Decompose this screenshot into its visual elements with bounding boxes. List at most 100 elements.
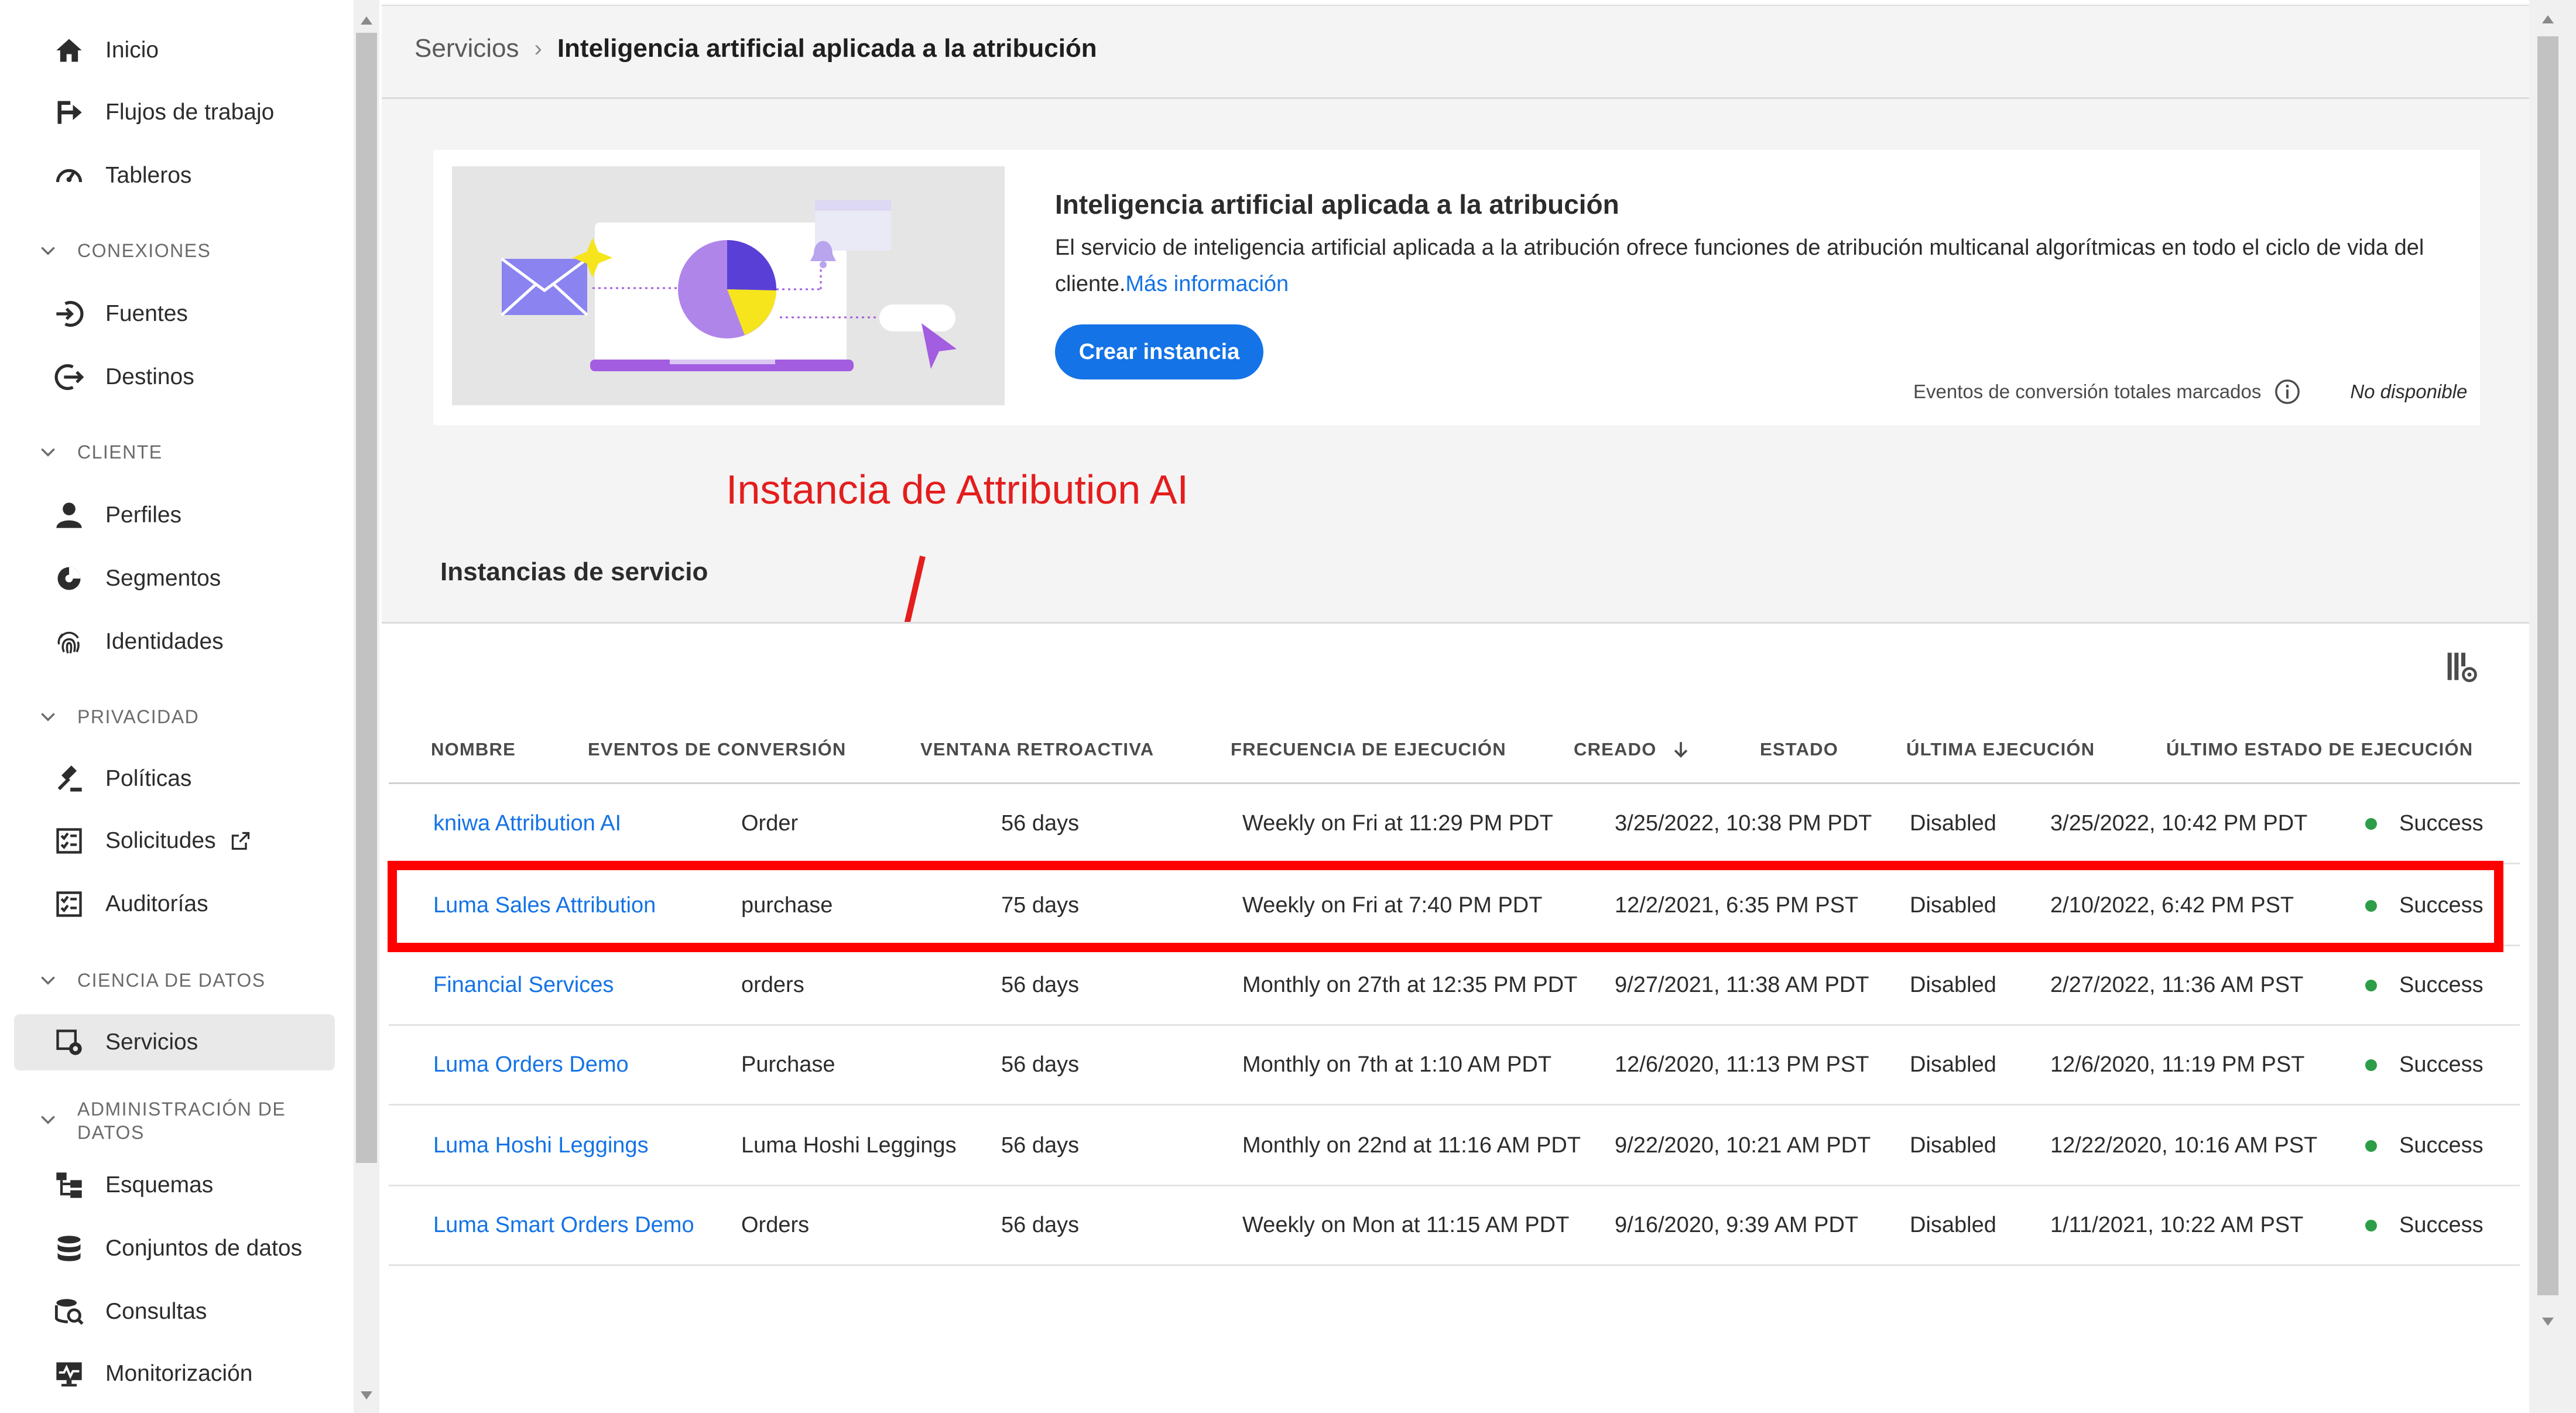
success-status-dot-icon xyxy=(2365,979,2377,991)
column-header-eventos[interactable]: EVENTOS DE CONVERSIÓN xyxy=(588,739,847,760)
last-run-status-cell: Success xyxy=(2365,1186,2483,1264)
last-run-cell: 2/27/2022, 11:36 AM PST xyxy=(2050,973,2304,997)
column-header-ultima-ejecucion[interactable]: ÚLTIMA EJECUCIÓN xyxy=(1906,739,2095,760)
instance-name-link[interactable]: Luma Hoshi Leggings xyxy=(433,1107,649,1185)
dashboard-gauge-icon xyxy=(53,159,85,192)
instance-name-link[interactable]: Luma Orders Demo xyxy=(433,1026,629,1104)
sidebar-item-label: Tableros xyxy=(105,163,192,188)
scroll-down-arrow-icon[interactable] xyxy=(2542,1318,2554,1326)
sidebar-item-label: Auditorías xyxy=(105,891,208,916)
table-header-divider xyxy=(389,782,2520,784)
section-conexiones[interactable]: CONEXIONES xyxy=(39,239,211,262)
left-nav-sidebar: Inicio Flujos de trabajo Tableros CONEXI… xyxy=(0,0,351,1413)
segments-icon xyxy=(53,562,85,595)
section-cliente[interactable]: CLIENTE xyxy=(39,440,163,464)
scroll-up-arrow-icon[interactable] xyxy=(361,16,372,25)
last-run-status-cell: Success xyxy=(2365,785,2483,863)
table-row[interactable]: Financial Services orders 56 days Monthl… xyxy=(389,946,2520,1026)
last-run-status-cell: Success xyxy=(2365,1107,2483,1185)
fingerprint-icon xyxy=(53,625,85,658)
column-settings-icon[interactable] xyxy=(2445,650,2478,683)
instance-name-link[interactable]: Luma Smart Orders Demo xyxy=(433,1186,694,1264)
services-gear-icon xyxy=(53,1026,85,1059)
sidebar-item-label: Solicitudes xyxy=(105,828,216,853)
sidebar-item-monitorizacion[interactable]: Monitorización xyxy=(53,1350,252,1397)
column-header-ventana[interactable]: VENTANA RETROACTIVA xyxy=(920,739,1154,760)
table-row[interactable]: Luma Hoshi Leggings Luma Hoshi Leggings … xyxy=(389,1107,2520,1186)
sidebar-item-inicio[interactable]: Inicio xyxy=(53,27,159,74)
column-header-creado[interactable]: CREADO xyxy=(1574,739,1691,760)
destinations-icon xyxy=(53,361,85,394)
sidebar-item-segmentos[interactable]: Segmentos xyxy=(53,555,221,602)
sidebar-item-auditorias[interactable]: Auditorías xyxy=(53,881,208,928)
chevron-down-icon xyxy=(41,1116,55,1124)
sidebar-item-destinos[interactable]: Destinos xyxy=(53,354,194,401)
section-privacidad[interactable]: PRIVACIDAD xyxy=(39,705,199,728)
policies-gavel-icon xyxy=(53,762,85,795)
table-row[interactable]: Luma Smart Orders Demo Orders 56 days We… xyxy=(389,1186,2520,1266)
create-instance-button[interactable]: Crear instancia xyxy=(1055,324,1263,379)
sidebar-item-flujos[interactable]: Flujos de trabajo xyxy=(53,89,274,136)
sidebar-item-label: Flujos de trabajo xyxy=(105,100,275,125)
info-icon[interactable] xyxy=(2274,378,2301,405)
sidebar-item-label: Fuentes xyxy=(105,301,188,326)
breadcrumb-parent-link[interactable]: Servicios xyxy=(415,34,519,63)
state-cell: Disabled xyxy=(1910,1213,1996,1237)
sidebar-item-label: Destinos xyxy=(105,364,194,389)
column-header-nombre[interactable]: NOMBRE xyxy=(431,739,516,760)
sidebar-item-identidades[interactable]: Identidades xyxy=(53,618,224,665)
section-administracion-de-datos[interactable]: ADMINISTRACIÓN DE DATOS xyxy=(39,1097,286,1144)
column-header-estado[interactable]: ESTADO xyxy=(1760,739,1838,760)
sidebar-item-perfiles[interactable]: Perfiles xyxy=(53,492,181,539)
sidebar-item-solicitudes[interactable]: Solicitudes xyxy=(53,817,251,864)
run-frequency-cell: Weekly on Mon at 11:15 AM PDT xyxy=(1242,1213,1570,1237)
profile-person-icon xyxy=(53,499,85,532)
success-status-dot-icon xyxy=(2365,1140,2377,1152)
column-header-frecuencia[interactable]: FRECUENCIA DE EJECUCIÓN xyxy=(1231,739,1506,760)
sidebar-item-consultas[interactable]: Consultas xyxy=(53,1288,207,1335)
sidebar-item-label: Perfiles xyxy=(105,502,182,528)
scroll-up-arrow-icon[interactable] xyxy=(2542,15,2554,23)
instance-name-link[interactable]: kniwa Attribution AI xyxy=(433,785,621,863)
breadcrumb-current: Inteligencia artificial aplicada a la at… xyxy=(557,34,1097,63)
chevron-down-icon xyxy=(41,247,55,255)
sidebar-item-label: Consultas xyxy=(105,1299,207,1324)
sidebar-item-fuentes[interactable]: Fuentes xyxy=(53,290,188,337)
sidebar-item-conjuntos-de-datos[interactable]: Conjuntos de datos xyxy=(53,1225,302,1272)
table-row[interactable]: kniwa Attribution AI Order 56 days Weekl… xyxy=(389,785,2520,864)
requests-checklist-icon xyxy=(53,824,85,857)
created-cell: 9/16/2020, 9:39 AM PDT xyxy=(1615,1213,1859,1237)
sidebar-scrollbar-thumb[interactable] xyxy=(356,33,377,1163)
section-ciencia-de-datos[interactable]: CIENCIA DE DATOS xyxy=(39,969,266,992)
conversion-events-label: Eventos de conversión totales marcados xyxy=(1913,381,2262,402)
success-status-dot-icon xyxy=(2365,817,2377,830)
state-cell: Disabled xyxy=(1910,1052,1996,1077)
conversion-events-value: No disponible xyxy=(2350,381,2468,402)
scroll-down-arrow-icon[interactable] xyxy=(361,1391,372,1400)
sidebar-item-esquemas[interactable]: Esquemas xyxy=(53,1162,213,1209)
status-label: Success xyxy=(2399,811,2483,836)
service-instances-title: Instancias de servicio xyxy=(440,557,708,586)
run-frequency-cell: Monthly on 7th at 1:10 AM PDT xyxy=(1242,1052,1552,1077)
column-header-ultimo-estado[interactable]: ÚLTIMO ESTADO DE EJECUCIÓN xyxy=(2166,739,2473,760)
table-row[interactable]: Luma Orders Demo Purchase 56 days Monthl… xyxy=(389,1026,2520,1106)
section-title: PRIVACIDAD xyxy=(77,706,200,727)
section-title: CIENCIA DE DATOS xyxy=(77,970,266,991)
sidebar-item-servicios[interactable]: Servicios xyxy=(14,1014,335,1070)
conversion-event-cell: Order xyxy=(741,811,799,836)
top-border xyxy=(382,0,2529,6)
success-status-dot-icon xyxy=(2365,1059,2377,1071)
instance-name-link[interactable]: Financial Services xyxy=(433,946,614,1024)
section-title: CLIENTE xyxy=(77,442,163,463)
last-run-cell: 1/11/2021, 10:22 AM PST xyxy=(2050,1213,2304,1237)
last-run-cell: 3/25/2022, 10:42 PM PDT xyxy=(2050,811,2308,836)
annotation-highlight-box xyxy=(388,861,2503,952)
learn-more-link[interactable]: Más información xyxy=(1125,272,1289,296)
main-scrollbar-thumb[interactable] xyxy=(2537,36,2558,1295)
sidebar-item-politicas[interactable]: Políticas xyxy=(53,755,191,802)
last-run-status-cell: Success xyxy=(2365,946,2483,1024)
sidebar-item-tableros[interactable]: Tableros xyxy=(53,152,191,199)
lookback-window-cell: 56 days xyxy=(1001,811,1080,836)
queries-search-db-icon xyxy=(53,1295,85,1328)
conversion-event-cell: orders xyxy=(741,973,804,997)
